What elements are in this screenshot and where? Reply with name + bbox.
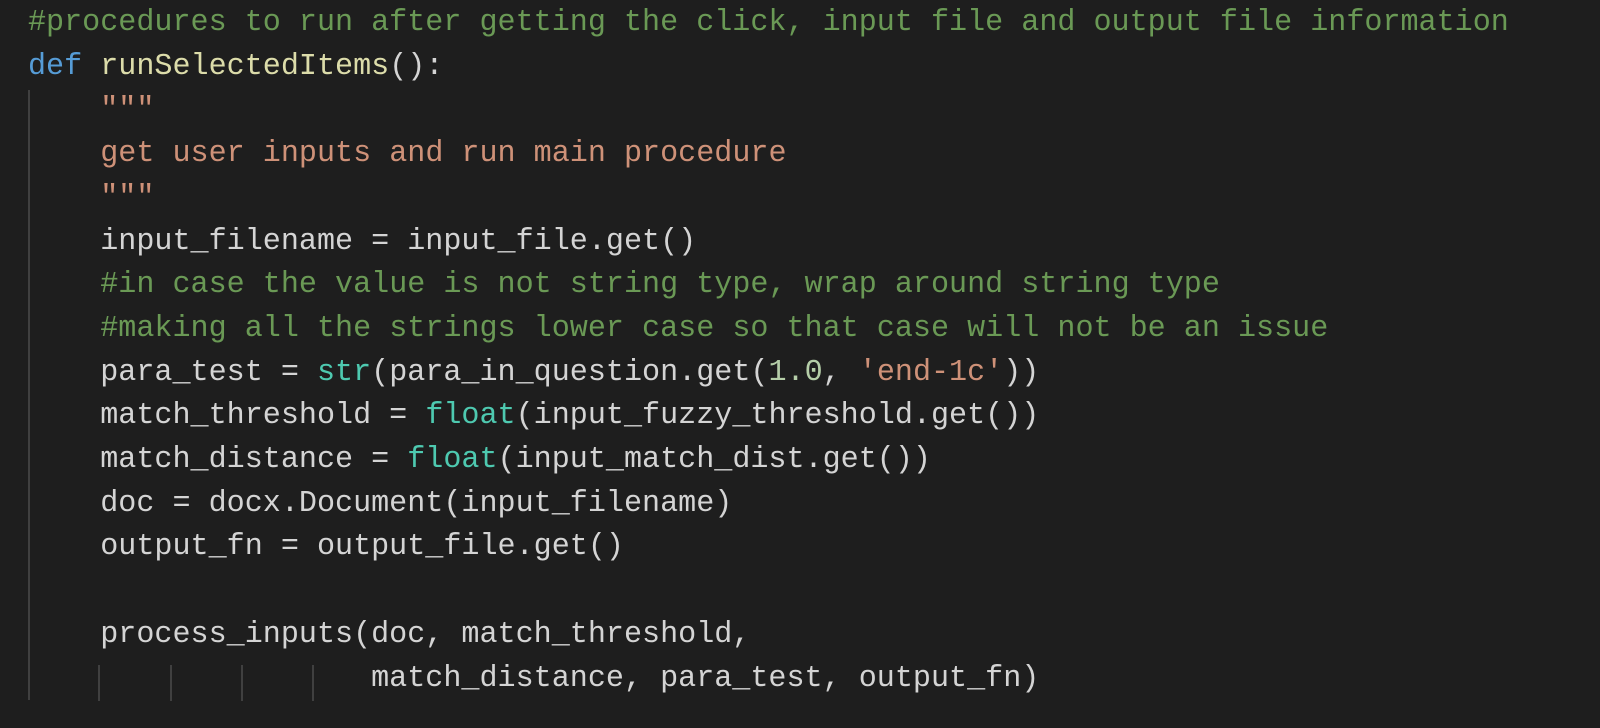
code-line[interactable]: #making all the strings lower case so th… bbox=[28, 308, 1328, 352]
code-text: (para_in_question.get( bbox=[371, 355, 769, 390]
builtin-token: float bbox=[407, 443, 498, 477]
code-line[interactable]: para_test = str(para_in_question.get(1.0… bbox=[28, 352, 1039, 396]
builtin-token: float bbox=[425, 399, 516, 434]
string-token: """ bbox=[100, 93, 155, 128]
code-text: , bbox=[822, 355, 859, 390]
comment-token: #in case the value is not string type, w… bbox=[100, 268, 1220, 303]
code-line[interactable]: #procedures to run after getting the cli… bbox=[28, 2, 1509, 46]
code-text: doc = docx.Document(input_filename) bbox=[28, 486, 733, 521]
code-text: match_distance, para_test, output_fn) bbox=[28, 661, 1040, 696]
code-line[interactable]: match_distance = float(input_match_dist.… bbox=[28, 439, 931, 483]
code-text: (): bbox=[389, 49, 444, 84]
comment-token: #procedures to run after getting the cli… bbox=[28, 6, 1509, 40]
code-line[interactable]: """ bbox=[28, 89, 154, 133]
code-line[interactable]: """ bbox=[28, 177, 154, 221]
code-editor[interactable]: #procedures to run after getting the cli… bbox=[0, 0, 1600, 728]
code-line[interactable]: get user inputs and run main procedure bbox=[28, 133, 787, 177]
code-text: para_test = bbox=[28, 355, 317, 390]
string-token: """ bbox=[100, 180, 155, 215]
builtin-token: str bbox=[316, 355, 372, 390]
code-text: process_inputs(doc, match_threshold, bbox=[28, 617, 751, 652]
code-text: output_fn = output_file.get() bbox=[28, 530, 624, 565]
code-line[interactable]: process_inputs(doc, match_threshold, bbox=[28, 614, 750, 658]
code-line[interactable]: input_filename = input_file.get() bbox=[28, 221, 696, 265]
comment-token: #making all the strings lower case so th… bbox=[100, 311, 1329, 346]
code-text: (input_match_dist.get()) bbox=[497, 443, 931, 477]
number-token: 1.0 bbox=[768, 355, 823, 390]
string-token: 'end-1c' bbox=[858, 355, 1004, 390]
code-text: (input_fuzzy_threshold.get()) bbox=[515, 399, 1040, 434]
code-line[interactable]: doc = docx.Document(input_filename) bbox=[28, 483, 732, 527]
code-line[interactable]: output_fn = output_file.get() bbox=[28, 526, 624, 570]
code-text: )) bbox=[1003, 355, 1040, 390]
code-text: match_distance = bbox=[28, 443, 408, 477]
string-token: get user inputs and run main procedure bbox=[100, 137, 787, 172]
keyword-token: def bbox=[28, 49, 83, 84]
code-line[interactable]: match_distance, para_test, output_fn) bbox=[28, 658, 1039, 702]
function-name-token: runSelectedItems bbox=[100, 49, 390, 84]
code-line[interactable]: def runSelectedItems(): bbox=[28, 46, 443, 90]
code-line[interactable]: #in case the value is not string type, w… bbox=[28, 264, 1220, 308]
code-text: match_threshold = bbox=[28, 399, 426, 434]
code-line[interactable]: match_threshold = float(input_fuzzy_thre… bbox=[28, 395, 1039, 439]
code-text: input_filename = input_file.get() bbox=[28, 224, 697, 259]
